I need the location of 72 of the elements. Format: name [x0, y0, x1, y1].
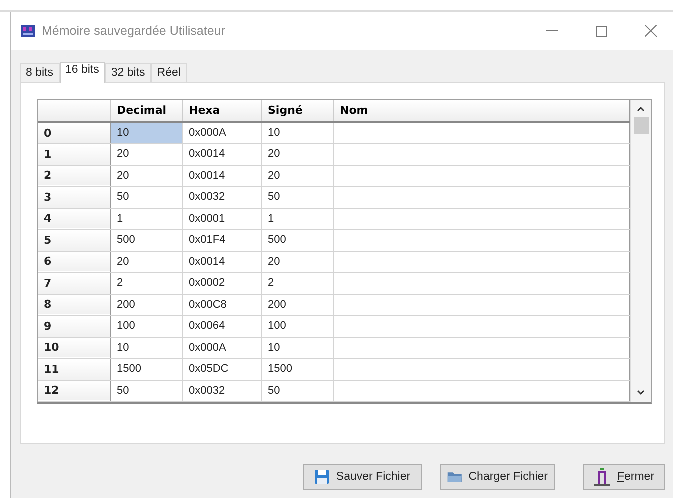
close-button[interactable]: Fermer	[583, 464, 665, 490]
scrollbar[interactable]	[630, 100, 651, 402]
maximize-icon[interactable]	[596, 26, 607, 36]
table-cell[interactable]: 0x0032	[182, 186, 262, 208]
row-header[interactable]: 7	[38, 272, 110, 294]
column-header[interactable]: Decimal	[110, 100, 182, 122]
table-cell[interactable]: 1	[110, 208, 182, 230]
table-cell[interactable]: 0x05DC	[182, 358, 262, 380]
table-cell[interactable]: 50	[110, 186, 182, 208]
table-cell[interactable]: 1500	[110, 358, 182, 380]
table-cell[interactable]: 500	[110, 230, 182, 251]
folder-icon	[447, 470, 463, 484]
table-cell[interactable]: 0x01F4	[182, 230, 262, 251]
row-header[interactable]: 10	[38, 337, 110, 358]
table-cell[interactable]: 50	[262, 186, 334, 208]
row-header[interactable]: 1	[38, 144, 110, 165]
table-cell[interactable]: 0x0032	[182, 380, 262, 402]
table-cell[interactable]: 2	[110, 272, 182, 294]
table-cell[interactable]: 100	[110, 316, 182, 337]
table-cell[interactable]: 20	[262, 251, 334, 272]
table-cell[interactable]: 1500	[262, 358, 334, 380]
tab[interactable]: Réel	[151, 63, 187, 82]
table-cell[interactable]: 0x0064	[182, 316, 262, 337]
row-header[interactable]: 0	[38, 122, 110, 144]
save-button[interactable]: Sauver Fichier	[303, 464, 422, 490]
table-cell[interactable]: 10	[262, 122, 334, 144]
table-cell[interactable]: 0x0014	[182, 251, 262, 272]
table-cell[interactable]: 20	[110, 144, 182, 165]
table-cell[interactable]: 500	[262, 230, 334, 251]
table-cell[interactable]: 0x000A	[182, 337, 262, 358]
table-cell[interactable]: 20	[110, 165, 182, 186]
minimize-icon[interactable]	[546, 30, 558, 32]
table-cell[interactable]: 20	[262, 165, 334, 186]
table-cell[interactable]: 200	[110, 294, 182, 316]
column-header[interactable]: Nom	[334, 100, 630, 122]
table-cell[interactable]: 10	[262, 337, 334, 358]
row-header[interactable]: 6	[38, 251, 110, 272]
load-button[interactable]: Charger Fichier	[440, 464, 555, 490]
table-cell[interactable]: 20	[110, 251, 182, 272]
row-header[interactable]: 11	[38, 358, 110, 380]
table-cell[interactable]: 0x0002	[182, 272, 262, 294]
column-header[interactable]: Hexa	[182, 100, 262, 122]
row-header[interactable]: 8	[38, 294, 110, 316]
tab[interactable]: 16 bits	[60, 62, 106, 83]
table-cell[interactable]: 200	[262, 294, 334, 316]
row-header[interactable]: 4	[38, 208, 110, 230]
row-header[interactable]: 12	[38, 380, 110, 402]
table-cell[interactable]: 10	[110, 122, 182, 144]
window-title: Mémoire sauvegardée Utilisateur	[42, 24, 226, 38]
row-header[interactable]: 2	[38, 165, 110, 186]
row-header[interactable]: 9	[38, 316, 110, 337]
tab[interactable]: 8 bits	[20, 63, 60, 82]
table-cell[interactable]: 10	[110, 337, 182, 358]
table-cell[interactable]: 0x00C8	[182, 294, 262, 316]
table-cell[interactable]: 50	[110, 380, 182, 402]
table-cell[interactable]: 2	[262, 272, 334, 294]
table-cell[interactable]: 0x0014	[182, 165, 262, 186]
row-header[interactable]: 5	[38, 230, 110, 251]
door-exit-icon	[593, 468, 612, 486]
table-cell[interactable]: 20	[262, 144, 334, 165]
table-cell[interactable]: 50	[262, 380, 334, 402]
table-cell[interactable]: 0x000A	[182, 122, 262, 144]
scroll-thumb[interactable]	[634, 117, 648, 134]
table-cell[interactable]: 1	[262, 208, 334, 230]
table-cell[interactable]: 0x0001	[182, 208, 262, 230]
table-cell[interactable]: 0x0014	[182, 144, 262, 165]
table-cell[interactable]: 100	[262, 316, 334, 337]
row-header[interactable]: 3	[38, 186, 110, 208]
column-header[interactable]: Signé	[262, 100, 334, 122]
chip-icon	[20, 24, 36, 38]
tab[interactable]: 32 bits	[105, 63, 152, 82]
close-icon[interactable]	[645, 25, 657, 37]
